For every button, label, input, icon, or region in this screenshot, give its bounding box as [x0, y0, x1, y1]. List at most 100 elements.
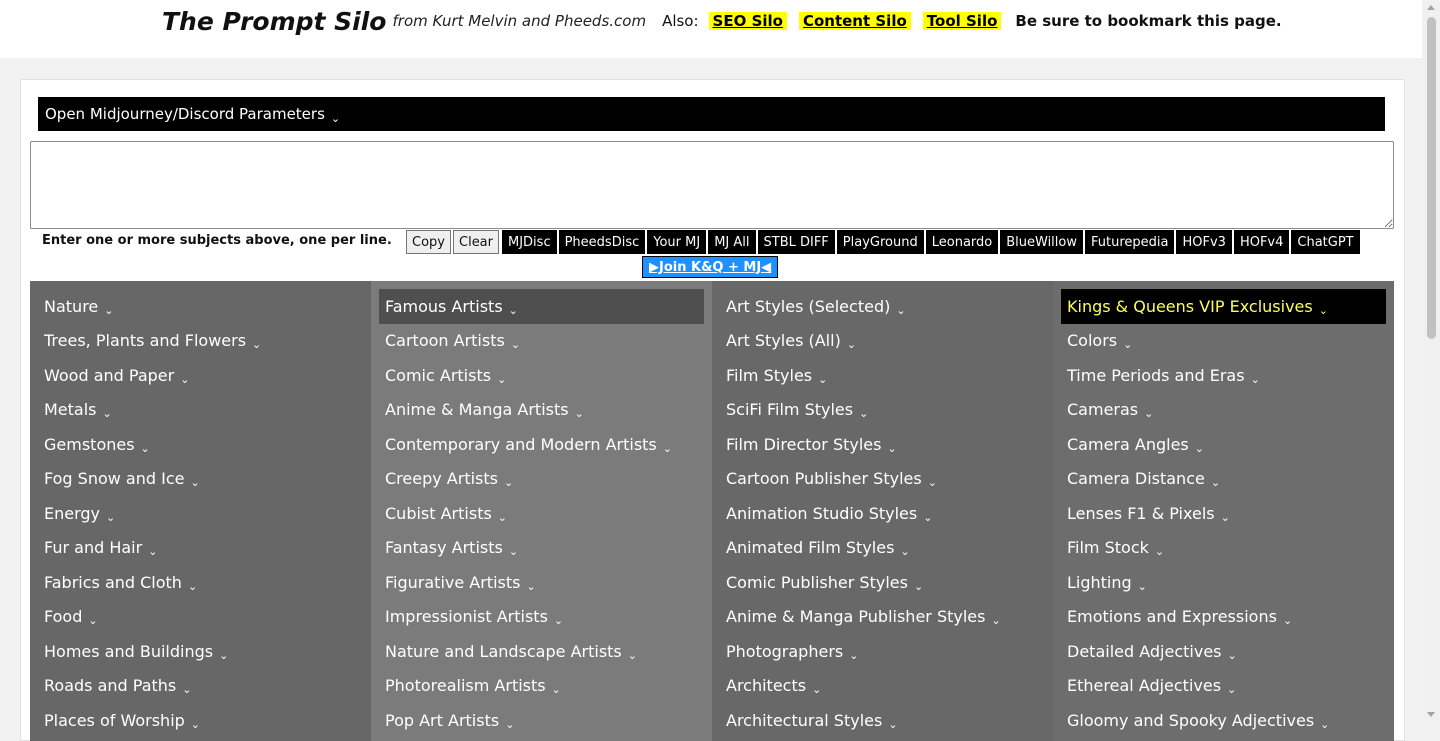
- category-item[interactable]: Art Styles (Selected) ⌄: [720, 289, 1045, 324]
- category-item[interactable]: Pop Art Artists ⌄: [379, 703, 704, 738]
- category-item-label: Wood and Paper: [44, 365, 175, 385]
- category-item[interactable]: Places of Worship ⌄: [38, 703, 363, 738]
- category-item[interactable]: Cubist Artists ⌄: [379, 496, 704, 531]
- chevron-down-icon: ⌄: [1320, 717, 1330, 731]
- subjects-input[interactable]: [30, 141, 1394, 229]
- seo-silo-link[interactable]: SEO Silo: [708, 12, 787, 30]
- category-item[interactable]: Contemporary and Modern Artists ⌄: [379, 427, 704, 462]
- category-column-4: Kings & Queens VIP Exclusives ⌄ Colors ⌄ Tim…: [1053, 281, 1394, 741]
- category-item[interactable]: Photographers ⌄: [720, 634, 1045, 669]
- scroll-down-icon[interactable]: [1427, 712, 1435, 717]
- chevron-down-icon: ⌄: [497, 510, 508, 524]
- category-item[interactable]: Fantasy Artists ⌄: [379, 531, 704, 566]
- category-item-label: Camera Distance: [1067, 469, 1205, 489]
- category-item[interactable]: Animated Film Styles ⌄: [720, 531, 1045, 566]
- top-header: The Prompt Silo from Kurt Melvin and Phe…: [0, 0, 1422, 58]
- link-playground[interactable]: PlayGround: [836, 230, 924, 254]
- category-item[interactable]: Comic Publisher Styles ⌄: [720, 565, 1045, 600]
- chevron-down-icon: ⌄: [510, 338, 521, 352]
- scroll-up-icon[interactable]: [1427, 5, 1435, 10]
- page-scrollbar[interactable]: [1423, 0, 1440, 722]
- category-item[interactable]: Ethereal Adjectives ⌄: [1061, 669, 1386, 704]
- category-item-label: Film Styles: [726, 365, 813, 385]
- link-mjdisc[interactable]: MJDisc: [502, 230, 557, 254]
- category-item[interactable]: Food ⌄: [38, 600, 363, 635]
- category-item-label: Places of Worship: [44, 710, 185, 730]
- chevron-down-icon: ⌄: [497, 372, 507, 386]
- category-item[interactable]: Camera Distance ⌄: [1061, 462, 1386, 497]
- copy-button[interactable]: Copy: [406, 230, 451, 254]
- category-item[interactable]: Gloomy and Spooky Adjectives ⌄: [1061, 703, 1386, 738]
- category-item[interactable]: Fur and Hair ⌄: [38, 531, 363, 566]
- category-item[interactable]: Anime & Manga Publisher Styles ⌄: [720, 600, 1045, 635]
- link-leonardo[interactable]: Leonardo: [925, 230, 999, 254]
- category-item[interactable]: Detailed Adjectives ⌄: [1061, 634, 1386, 669]
- category-item[interactable]: Energy ⌄: [38, 496, 363, 531]
- bookmark-note: Be sure to bookmark this page.: [1015, 12, 1282, 30]
- category-item[interactable]: Lighting ⌄: [1061, 565, 1386, 600]
- category-item[interactable]: Time Periods and Eras ⌄: [1061, 358, 1386, 393]
- category-item-label: Anime & Manga Artists: [385, 400, 569, 420]
- category-item[interactable]: Cameras ⌄: [1061, 393, 1386, 428]
- chevron-down-icon: ⌄: [551, 683, 561, 697]
- category-item[interactable]: Camera Angles ⌄: [1061, 427, 1386, 462]
- link-futurepedia[interactable]: Futurepedia: [1085, 230, 1175, 254]
- tool-silo-link[interactable]: Tool Silo: [922, 12, 1002, 30]
- category-item[interactable]: Famous Artists ⌄: [379, 289, 704, 324]
- chevron-down-icon: ⌄: [1227, 683, 1237, 697]
- category-item[interactable]: Fog Snow and Ice ⌄: [38, 462, 363, 497]
- chevron-down-icon: ⌄: [888, 717, 898, 731]
- category-column-1: Nature ⌄ Trees, Plants and Flowers ⌄ Wood an…: [30, 281, 371, 741]
- category-item-label: Anime & Manga Publisher Styles: [726, 607, 986, 627]
- chevron-down-icon: ⌄: [505, 717, 515, 731]
- link-pheedsdisc[interactable]: PheedsDisc: [558, 230, 646, 254]
- chevron-down-icon: ⌄: [1154, 545, 1165, 559]
- category-item[interactable]: Nature ⌄: [38, 289, 363, 324]
- category-item[interactable]: Film Director Styles ⌄: [720, 427, 1045, 462]
- category-item[interactable]: Cartoon Artists ⌄: [379, 324, 704, 359]
- category-item[interactable]: Photorealism Artists ⌄: [379, 669, 704, 704]
- category-item-label: Emotions and Expressions: [1067, 607, 1277, 627]
- category-item[interactable]: Lenses F1 & Pixels ⌄: [1061, 496, 1386, 531]
- link-hofv4[interactable]: HOFv4: [1233, 230, 1290, 254]
- category-item[interactable]: Film Stock ⌄: [1061, 531, 1386, 566]
- chevron-down-icon: ⌄: [102, 407, 112, 421]
- link-mj-all[interactable]: MJ All: [708, 230, 756, 254]
- category-item[interactable]: Film Styles ⌄: [720, 358, 1045, 393]
- content-silo-link[interactable]: Content Silo: [798, 12, 911, 30]
- category-item[interactable]: Emotions and Expressions ⌄: [1061, 600, 1386, 635]
- category-item[interactable]: Animation Studio Styles ⌄: [720, 496, 1045, 531]
- category-item[interactable]: Roads and Paths ⌄: [38, 669, 363, 704]
- category-item[interactable]: Metals ⌄: [38, 393, 363, 428]
- category-item[interactable]: Architects ⌄: [720, 669, 1045, 704]
- join-kq-mj-button[interactable]: ▶Join K&Q + MJ◀: [642, 256, 779, 278]
- link-bluewillow[interactable]: BlueWillow: [1000, 230, 1083, 254]
- category-item[interactable]: Impressionist Artists ⌄: [379, 600, 704, 635]
- category-item[interactable]: Nature and Landscape Artists ⌄: [379, 634, 704, 669]
- category-item[interactable]: Art Styles (All) ⌄: [720, 324, 1045, 359]
- category-item[interactable]: Trees, Plants and Flowers ⌄: [38, 324, 363, 359]
- category-item[interactable]: Gemstones ⌄: [38, 427, 363, 462]
- category-item-label: Lighting: [1067, 572, 1132, 592]
- category-item[interactable]: Fabrics and Cloth ⌄: [38, 565, 363, 600]
- scrollbar-thumb[interactable]: [1427, 17, 1436, 339]
- category-item[interactable]: Figurative Artists ⌄: [379, 565, 704, 600]
- category-item[interactable]: Colors ⌄: [1061, 324, 1386, 359]
- category-item[interactable]: Kings & Queens VIP Exclusives ⌄: [1061, 289, 1386, 324]
- category-item[interactable]: Cartoon Publisher Styles ⌄: [720, 462, 1045, 497]
- category-item[interactable]: SciFi Film Styles ⌄: [720, 393, 1045, 428]
- category-item[interactable]: Architectural Styles ⌄: [720, 703, 1045, 738]
- link-hofv3[interactable]: HOFv3: [1176, 230, 1232, 254]
- link-stbl-diff[interactable]: STBL DIFF: [757, 230, 835, 254]
- chevron-down-icon: ⌄: [627, 648, 637, 662]
- parameters-toggle[interactable]: Open Midjourney/Discord Parameters ⌄: [38, 97, 1385, 131]
- category-item-label: Homes and Buildings: [44, 641, 214, 661]
- clear-button[interactable]: Clear: [453, 230, 499, 254]
- category-item[interactable]: Comic Artists ⌄: [379, 358, 704, 393]
- category-item[interactable]: Creepy Artists ⌄: [379, 462, 704, 497]
- link-your-mj[interactable]: Your MJ: [647, 230, 707, 254]
- link-chatgpt[interactable]: ChatGPT: [1291, 230, 1360, 254]
- category-item[interactable]: Homes and Buildings ⌄: [38, 634, 363, 669]
- category-item[interactable]: Anime & Manga Artists ⌄: [379, 393, 704, 428]
- category-item[interactable]: Wood and Paper ⌄: [38, 358, 363, 393]
